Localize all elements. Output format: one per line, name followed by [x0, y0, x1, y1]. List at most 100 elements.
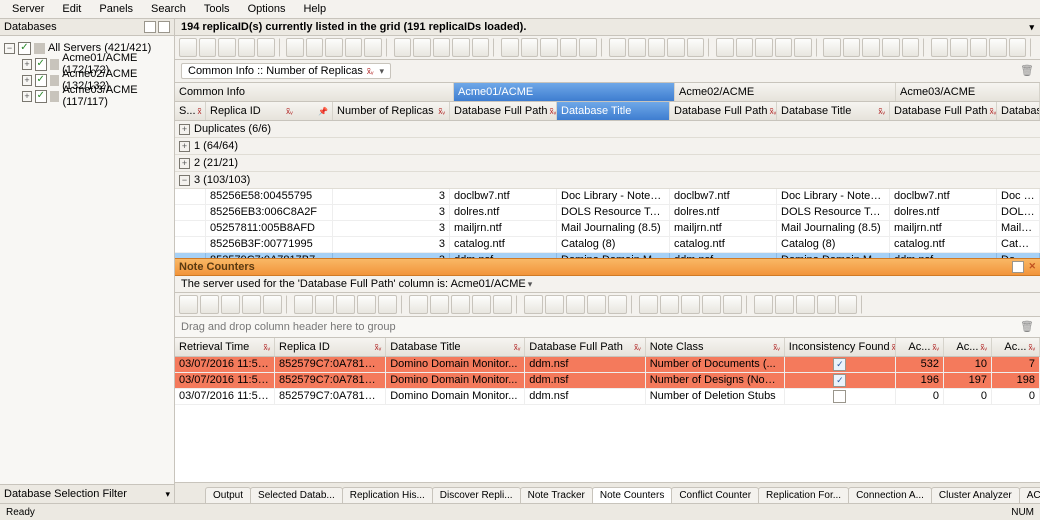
toolbar-button[interactable]: [1009, 38, 1027, 57]
tab-discover-repli-[interactable]: Discover Repli...: [432, 487, 521, 503]
checkbox-icon[interactable]: ✓: [35, 58, 47, 71]
band-acme03[interactable]: Acme03/ACME: [896, 83, 1040, 101]
toolbar-button[interactable]: [823, 38, 841, 57]
expand-icon[interactable]: −: [179, 175, 190, 186]
col-fullpath-1[interactable]: Database Full Pathx̃ᵥ: [450, 102, 557, 120]
tab-connection-a-[interactable]: Connection A...: [848, 487, 932, 503]
checkbox-icon[interactable]: ✓: [35, 90, 47, 103]
grid-body[interactable]: +Duplicates (6/6)+1 (64/64)+2 (21/21)−3 …: [175, 121, 1040, 258]
pane-close-icon[interactable]: [158, 21, 170, 33]
toolbar-button[interactable]: [257, 38, 275, 57]
toolbar-button[interactable]: [843, 38, 861, 57]
checkbox-icon[interactable]: ✓: [35, 74, 47, 87]
toolbar-button[interactable]: [199, 38, 217, 57]
toolbar-button[interactable]: [294, 295, 313, 314]
toolbar-button[interactable]: [687, 38, 705, 57]
toolbar-button[interactable]: [286, 38, 304, 57]
tab-selected-datab-[interactable]: Selected Datab...: [250, 487, 343, 503]
nc-col-c[interactable]: Ac...x̃ᵥ: [992, 338, 1040, 356]
nc-grid-body[interactable]: 03/07/2016 11:58:...852579C7:0A7817B7Dom…: [175, 357, 1040, 482]
toolbar-button[interactable]: [608, 295, 627, 314]
toolbar-button[interactable]: [660, 295, 679, 314]
toolbar-button[interactable]: [639, 295, 658, 314]
toolbar-button[interactable]: [817, 295, 836, 314]
toolbar-button[interactable]: [681, 295, 700, 314]
nc-col-path[interactable]: Database Full Pathx̃ᵥ: [525, 338, 645, 356]
menu-options[interactable]: Options: [240, 2, 294, 16]
collapse-icon[interactable]: −: [4, 43, 15, 54]
nc-col-a[interactable]: Ac...x̃ᵥ: [896, 338, 944, 356]
toolbar-button[interactable]: [775, 295, 794, 314]
col-fullpath-2[interactable]: Database Full Pathx̃ᵥ: [670, 102, 777, 120]
toolbar-button[interactable]: [862, 38, 880, 57]
toolbar-button[interactable]: [882, 38, 900, 57]
toolbar-button[interactable]: [451, 295, 470, 314]
toolbar-button[interactable]: [263, 295, 282, 314]
toolbar-button[interactable]: [902, 38, 920, 57]
toolbar-button[interactable]: [775, 38, 793, 57]
toolbar-button[interactable]: [723, 295, 742, 314]
toolbar-button[interactable]: [648, 38, 666, 57]
expand-icon[interactable]: +: [179, 124, 190, 135]
table-row[interactable]: 03/07/2016 11:58:...852579C7:0A7817B7Dom…: [175, 357, 1040, 373]
group-row[interactable]: +1 (64/64): [175, 138, 1040, 155]
group-row[interactable]: +2 (21/21): [175, 155, 1040, 172]
expand-icon[interactable]: +: [22, 59, 32, 70]
toolbar-button[interactable]: [702, 295, 721, 314]
toolbar-button[interactable]: [364, 38, 382, 57]
menu-help[interactable]: Help: [295, 2, 334, 16]
nc-group-drop[interactable]: Drag and drop column header here to grou…: [175, 317, 1040, 338]
tab-cluster-analyzer[interactable]: Cluster Analyzer: [931, 487, 1020, 503]
tab-acl-comparat-[interactable]: ACL Comparat...: [1019, 487, 1040, 503]
table-row[interactable]: 05257811:005B8AFD3mailjrn.ntfMail Journa…: [175, 221, 1040, 237]
nc-col-inconsistency[interactable]: Inconsistency Foundx̃ᵥ: [785, 338, 896, 356]
menu-edit[interactable]: Edit: [54, 2, 89, 16]
col-title-2[interactable]: Database Titlex̃ᵥ: [777, 102, 890, 120]
toolbar-button[interactable]: [221, 295, 240, 314]
toolbar-button[interactable]: [430, 295, 449, 314]
group-row[interactable]: +Duplicates (6/6): [175, 121, 1040, 138]
tree-server[interactable]: + ✓ Acme03/ACME (117/117): [2, 88, 172, 104]
menu-panels[interactable]: Panels: [91, 2, 141, 16]
chevron-down-icon[interactable]: [377, 65, 384, 77]
toolbar-button[interactable]: [336, 295, 355, 314]
col-title-1[interactable]: Database Title: [557, 102, 670, 120]
menu-tools[interactable]: Tools: [196, 2, 238, 16]
toolbar-button[interactable]: [794, 38, 812, 57]
pane-pin-icon[interactable]: [144, 21, 156, 33]
toolbar-button[interactable]: [413, 38, 431, 57]
toolbar-button[interactable]: [524, 295, 543, 314]
nc-col-b[interactable]: Ac...x̃ᵥ: [944, 338, 992, 356]
toolbar-button[interactable]: [579, 38, 597, 57]
toolbar-button[interactable]: [179, 295, 198, 314]
toolbar-button[interactable]: [179, 38, 197, 57]
chevron-down-icon[interactable]: ▾: [165, 489, 170, 500]
nc-col-time[interactable]: Retrieval Timex̃ᵥ: [175, 338, 275, 356]
toolbar-button[interactable]: [452, 38, 470, 57]
active-filter[interactable]: Common Info :: Number of Replicas x̃ᵥ: [181, 63, 391, 79]
toolbar-button[interactable]: [315, 295, 334, 314]
toolbar-button[interactable]: [433, 38, 451, 57]
toolbar-button[interactable]: [566, 295, 585, 314]
toolbar-button[interactable]: [357, 295, 376, 314]
toolbar-button[interactable]: [218, 38, 236, 57]
toolbar-button[interactable]: [667, 38, 685, 57]
col-s[interactable]: S...x̃: [175, 102, 206, 120]
toolbar-button[interactable]: [970, 38, 988, 57]
note-counters-header[interactable]: Note Counters ✕: [175, 258, 1040, 276]
nc-server-link[interactable]: Acme01/ACME: [451, 278, 533, 290]
toolbar-button[interactable]: [609, 38, 627, 57]
table-row[interactable]: 85256B3F:007719953catalog.ntfCatalog (8)…: [175, 237, 1040, 253]
chevron-down-icon[interactable]: ▾: [1029, 22, 1034, 33]
table-row[interactable]: 85256E58:004557953doclbw7.ntfDoc Library…: [175, 189, 1040, 205]
band-acme01[interactable]: Acme01/ACME: [454, 83, 675, 101]
toolbar-button[interactable]: [950, 38, 968, 57]
toolbar-button[interactable]: [736, 38, 754, 57]
toolbar-button[interactable]: [200, 295, 219, 314]
trash-icon[interactable]: [1020, 64, 1034, 78]
checkbox-icon[interactable]: ✓: [18, 42, 31, 55]
expand-icon[interactable]: +: [179, 141, 190, 152]
tab-output[interactable]: Output: [205, 487, 251, 503]
menu-server[interactable]: Server: [4, 2, 52, 16]
filter-fx-icon[interactable]: x̃ᵥ: [367, 67, 374, 76]
